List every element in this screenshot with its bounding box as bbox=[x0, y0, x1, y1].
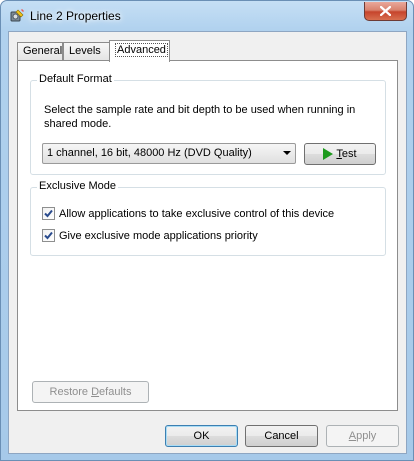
tab-levels[interactable]: Levels bbox=[63, 42, 110, 61]
window-title: Line 2 Properties bbox=[30, 9, 121, 23]
exclusive-priority-checkbox[interactable]: Give exclusive mode applications priorit… bbox=[42, 229, 258, 242]
allow-exclusive-control-checkbox[interactable]: Allow applications to take exclusive con… bbox=[42, 207, 334, 220]
checkmark-icon bbox=[44, 209, 53, 218]
dialog-client-area: General Levels Advanced Default Format S… bbox=[8, 31, 407, 454]
properties-window: Line 2 Properties General Levels Advance… bbox=[0, 0, 414, 461]
checkbox-box[interactable] bbox=[42, 229, 55, 242]
title-bar[interactable]: Line 2 Properties bbox=[1, 1, 413, 31]
checkbox-box[interactable] bbox=[42, 207, 55, 220]
checkmark-icon bbox=[44, 231, 53, 240]
tab-levels-label: Levels bbox=[69, 45, 101, 57]
test-button-label: Test bbox=[336, 148, 357, 160]
ok-button[interactable]: OK bbox=[165, 425, 238, 447]
restore-defaults-label: Restore Defaults bbox=[49, 386, 132, 398]
format-select[interactable]: 1 channel, 16 bit, 48000 Hz (DVD Quality… bbox=[42, 143, 296, 164]
apply-button-label: Apply bbox=[348, 430, 377, 442]
restore-defaults-button[interactable]: Restore Defaults bbox=[32, 381, 149, 403]
allow-exclusive-control-label: Allow applications to take exclusive con… bbox=[59, 207, 335, 220]
close-button[interactable] bbox=[364, 2, 407, 21]
default-format-label: Default Format bbox=[37, 73, 114, 85]
tab-advanced-label: Advanced bbox=[115, 43, 168, 57]
default-format-description: Select the sample rate and bit depth to … bbox=[44, 104, 356, 130]
ok-button-label: OK bbox=[193, 430, 210, 442]
cancel-button-label: Cancel bbox=[264, 430, 299, 442]
exclusive-mode-group: Exclusive Mode Allow applications to tak… bbox=[30, 180, 386, 256]
exclusive-priority-label: Give exclusive mode applications priorit… bbox=[59, 229, 258, 242]
test-button[interactable]: Test bbox=[304, 143, 376, 165]
format-select-value: 1 channel, 16 bit, 48000 Hz (DVD Quality… bbox=[47, 147, 252, 159]
default-format-group: Default Format Select the sample rate an… bbox=[30, 73, 386, 175]
chevron-down-icon bbox=[283, 151, 291, 155]
exclusive-mode-label: Exclusive Mode bbox=[37, 180, 119, 192]
tab-general-label: General bbox=[23, 45, 63, 57]
tab-advanced[interactable]: Advanced bbox=[109, 40, 170, 62]
close-icon bbox=[380, 6, 391, 16]
cancel-button[interactable]: Cancel bbox=[245, 425, 318, 447]
speaker-properties-icon bbox=[9, 8, 25, 24]
apply-button[interactable]: Apply bbox=[326, 425, 399, 447]
advanced-tab-panel: Default Format Select the sample rate an… bbox=[17, 60, 398, 411]
play-icon bbox=[323, 148, 334, 160]
tab-general[interactable]: General bbox=[17, 42, 63, 61]
